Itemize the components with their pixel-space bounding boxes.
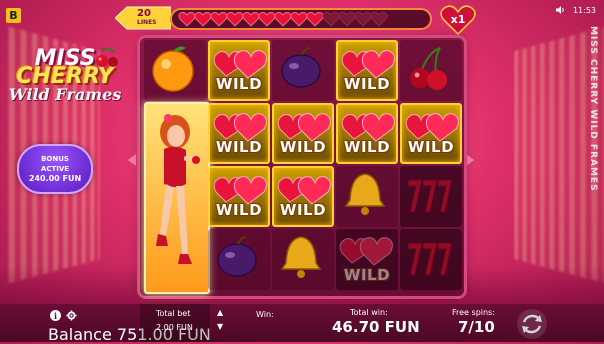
multiplier-value: x1 [450,13,466,26]
bonus-active-button[interactable]: BONUS ACTIVE 240.00 FUN [17,144,93,194]
reel-cell-plum [208,229,270,290]
clock: 11:53 [572,5,596,15]
payline-marker-left [128,154,136,166]
wild-label: WILD [215,138,263,156]
total-win-label: Total win: [350,308,388,317]
lady-frame [144,102,210,294]
total-bet-value: 2.00 FUN [156,323,193,332]
hearts-progress-bar [170,8,432,30]
miss-cherry-character [156,114,200,264]
heart-empty-icon [370,12,388,27]
cherry-icon [410,47,447,90]
wild-label: WILD [343,75,391,93]
wild-label: WILD [215,201,263,219]
total-win-value: 46.70 FUN [332,318,420,336]
reel-cell-wild: WILD [272,103,334,164]
reel-cell-sevens [400,166,462,227]
reel-cell-bell [272,229,334,290]
reel-cell-wild: WILD [208,103,270,164]
wild-label: WILD [343,266,391,284]
lines-indicator: 20 LINES [114,6,172,30]
balance-label: Balance [48,325,112,344]
plum-icon [217,236,257,277]
bet-increase-arrow-icon[interactable]: ▲ [217,306,223,320]
bet-decrease-arrow-icon[interactable]: ▼ [217,320,223,334]
win-label: Win: [256,310,274,319]
status-bar: 11:53 [555,5,596,15]
reel-cell-orange [144,40,206,101]
bonus-amount: 240.00 FUN [28,174,82,183]
bonus-line-1: BONUS [41,155,69,163]
sevens-icon [407,179,453,213]
logo-cherry-icon [96,47,118,67]
total-bet-label: Total bet [156,309,191,318]
lines-label: LINES [137,19,157,26]
reel-cell-wild: WILD [272,166,334,227]
reel-cell-wild: WILD [400,103,462,164]
bell-icon [344,173,386,215]
lines-count: 20 [137,8,151,19]
reel-cell-wild: WILD [208,166,270,227]
payline-marker-right [466,154,474,166]
reel-cell-wild: WILD [336,229,398,290]
sevens-icon [407,242,453,276]
reel-cell-cherry [400,40,462,101]
reel-cell-plum [272,40,334,101]
vertical-game-title: MISS CHERRY WILD FRAMES [588,26,598,192]
bet-arrows: ▲ ▼ [217,306,223,334]
reel-cell-wild: WILD [336,103,398,164]
wild-label: WILD [407,138,455,156]
wild-label: WILD [279,201,327,219]
reel-cell-bell [336,166,398,227]
reel-cell-sevens [400,229,462,290]
brand-badge: B [6,8,21,23]
speaker-icon[interactable] [555,5,565,15]
plum-icon [281,47,321,88]
multiplier-badge: x1 [440,5,476,36]
spin-button[interactable] [516,308,548,340]
bonus-line-2: ACTIVE [40,165,70,173]
free-spins-value: 7/10 [458,318,495,336]
reels-area: WILD WILD WILD WILD WILD WILD WILD WILD WILD [140,38,464,296]
info-icon[interactable]: i [50,310,61,321]
bell-icon [280,236,322,278]
wild-label: WILD [215,75,263,93]
wild-label: WILD [343,138,391,156]
gear-icon[interactable] [66,310,77,321]
wild-label: WILD [279,138,327,156]
reel-cell-wild: WILD [208,40,270,101]
free-spins-label: Free spins: [452,308,495,317]
logo-line-3: Wild Frames [8,85,122,104]
reel-cell-wild: WILD [336,40,398,101]
orange-icon [152,46,194,92]
